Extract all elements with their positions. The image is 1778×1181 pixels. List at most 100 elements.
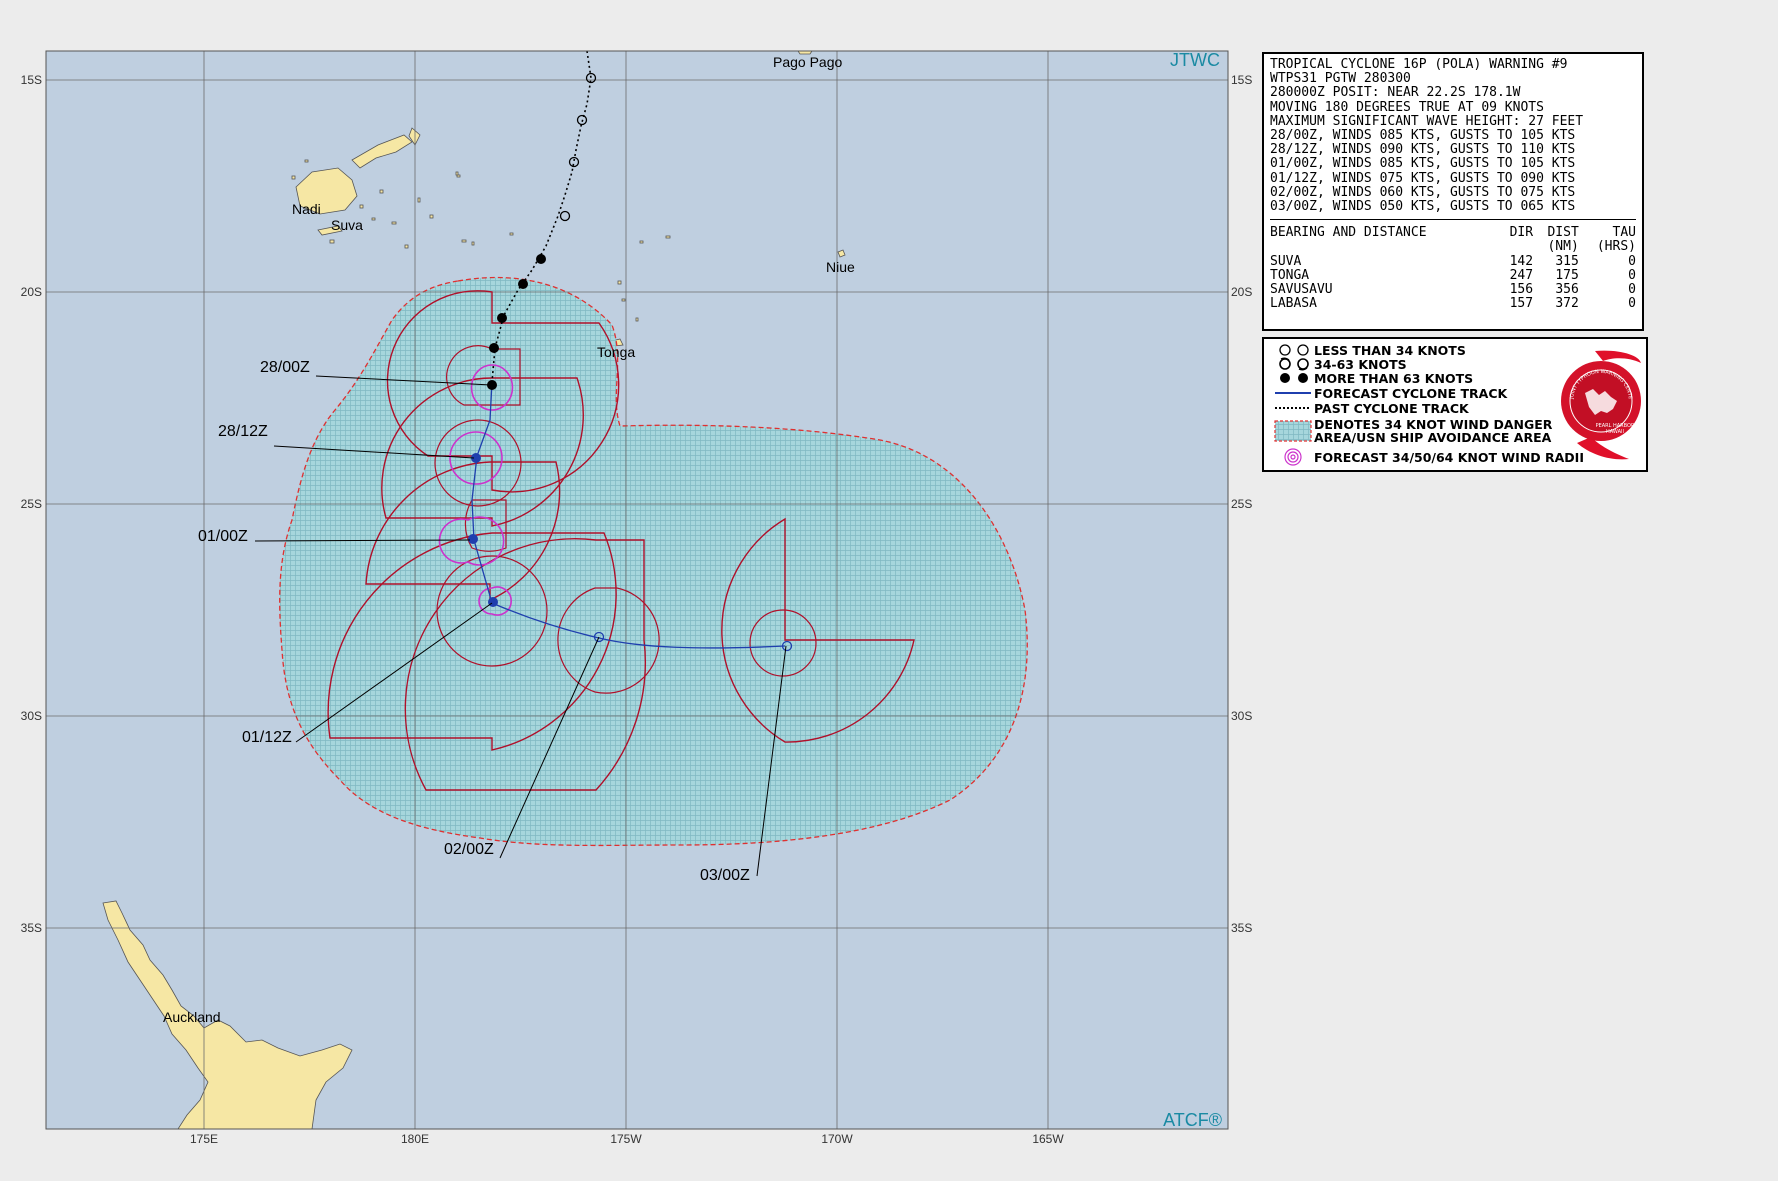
warning-title: TROPICAL CYCLONE 16P (POLA) WARNING #9 <box>1270 57 1568 72</box>
forecast-wind-line: 02/00Z, WINDS 060 KTS, GUSTS TO 075 KTS <box>1270 184 1576 200</box>
station-name: SUVA <box>1270 253 1302 269</box>
legend-item: MORE THAN 63 KNOTS <box>1272 371 1473 385</box>
lon-label-175e: 175E <box>190 1132 218 1146</box>
station-tau: 0 <box>1628 282 1636 298</box>
place-label-suva: Suva <box>331 217 363 233</box>
typhoon-icon <box>536 254 546 264</box>
station-name: SAVUSAVU <box>1270 282 1333 298</box>
time-label-28-00z: 28/00Z <box>260 359 310 376</box>
lat-label-35s-right: 35S <box>1231 921 1252 935</box>
time-label-28-12z: 28/12Z <box>218 423 268 440</box>
bearing-units-row: (NM) (HRS) <box>1270 240 1636 254</box>
lat-label-25s-left: 25S <box>21 497 42 511</box>
lat-label-30s-right: 30S <box>1231 709 1252 723</box>
units-cell <box>1499 240 1533 254</box>
units-cell <box>1270 240 1499 254</box>
dir-header: DIR <box>1509 225 1534 241</box>
station-tau: 0 <box>1628 267 1636 283</box>
place-label-auckland: Auckland <box>163 1009 221 1025</box>
bearing-header-row: BEARING AND DISTANCE DIR DIST TAU <box>1270 226 1636 240</box>
legend-label: FORECAST CYCLONE TRACK <box>1314 385 1508 401</box>
bearing-header: BEARING AND DISTANCE <box>1270 225 1427 241</box>
forecast-wind-line: 01/12Z, WINDS 075 KTS, GUSTS TO 090 KTS <box>1270 170 1576 186</box>
units-cell: (NM) <box>1547 239 1579 255</box>
station-dir: 156 <box>1509 282 1534 298</box>
lat-label-15s-left: 15S <box>21 73 42 87</box>
forecast-typhoon-icon <box>468 534 478 544</box>
station-dir: 247 <box>1509 267 1534 283</box>
typhoon-icon <box>518 279 528 289</box>
legend-item: PAST CYCLONE TRACK <box>1272 401 1469 415</box>
station-tau: 0 <box>1628 296 1636 312</box>
map-legend: LESS THAN 34 KNOTS 34-63 KNOTS MORE THAN… <box>1262 337 1648 472</box>
forecast-wind-line: 28/00Z, WINDS 085 KTS, GUSTS TO 105 KTS <box>1270 128 1576 144</box>
warning-wave-height: MAXIMUM SIGNIFICANT WAVE HEIGHT: 27 FEET <box>1270 113 1584 129</box>
lat-label-25s-right: 25S <box>1231 497 1252 511</box>
legend-label: FORECAST 34/50/64 KNOT WIND RADII <box>1314 449 1584 465</box>
lat-label-20s-left: 20S <box>21 285 42 299</box>
station-tau: 0 <box>1628 253 1636 269</box>
lat-label-20s-right: 20S <box>1231 285 1252 299</box>
lat-label-15s-right: 15S <box>1231 73 1252 87</box>
forecast-track-line-icon <box>1272 386 1314 400</box>
time-label-01-00z: 01/00Z <box>198 528 248 545</box>
lon-label-170w: 170W <box>821 1132 853 1146</box>
table-row: LABASA 157 372 0 <box>1270 297 1636 311</box>
lon-label-175w: 175W <box>610 1132 642 1146</box>
station-dist: 356 <box>1555 282 1579 298</box>
legend-label: MORE THAN 63 KNOTS <box>1314 370 1474 386</box>
warning-info-box: TROPICAL CYCLONE 16P (POLA) WARNING #9 W… <box>1262 52 1644 331</box>
warning-position: 280000Z POSIT: NEAR 22.2S 178.1W <box>1270 85 1521 101</box>
typhoon-icon <box>497 313 507 323</box>
warning-header: WTPS31 PGTW 280300 <box>1270 71 1411 87</box>
typhoon-icon <box>489 343 499 353</box>
place-label-pago-pago: Pago Pago <box>773 54 842 70</box>
units-cell: (HRS) <box>1596 239 1636 255</box>
legend-label: 34-63 KNOTS <box>1314 356 1407 372</box>
wind-radii-icon <box>1272 448 1314 466</box>
legend-item: FORECAST 34/50/64 KNOT WIND RADII <box>1272 448 1584 466</box>
forecast-wind-line: 28/12Z, WINDS 090 KTS, GUSTS TO 110 KTS <box>1270 142 1576 158</box>
place-label-nadi: Nadi <box>292 201 321 217</box>
jtwc-seal-logo: JOINT TYPHOON WARNING CENTER PEARL HARBO… <box>1557 345 1641 460</box>
place-label-tonga: Tonga <box>597 344 635 360</box>
legend-item: DENOTES 34 KNOT WIND DANGER AREA/USN SHI… <box>1272 417 1552 445</box>
legend-item: FORECAST CYCLONE TRACK <box>1272 386 1507 400</box>
station-dir: 142 <box>1509 253 1534 269</box>
time-label-02-00z: 02/00Z <box>444 841 494 858</box>
station-dist: 315 <box>1555 253 1579 269</box>
lon-label-165w: 165W <box>1032 1132 1064 1146</box>
bearing-distance-table: BEARING AND DISTANCE DIR DIST TAU (NM) (… <box>1270 226 1636 311</box>
table-row: TONGA 247 175 0 <box>1270 267 1636 283</box>
time-label-01-12z: 01/12Z <box>242 729 292 746</box>
weak-storm-icon <box>1272 343 1314 357</box>
station-name: TONGA <box>1270 267 1310 283</box>
forecast-typhoon-icon <box>488 597 498 607</box>
station-dir: 157 <box>1509 296 1534 312</box>
legend-label: PAST CYCLONE TRACK <box>1314 400 1469 416</box>
lat-label-30s-left: 30S <box>21 709 42 723</box>
time-label-03-00z: 03/00Z <box>700 867 750 884</box>
warning-motion: MOVING 180 DEGREES TRUE AT 09 KNOTS <box>1270 99 1544 115</box>
jtwc-label: JTWC <box>1170 50 1220 70</box>
legend-label: DENOTES 34 KNOT WIND DANGER AREA/USN SHI… <box>1314 417 1553 445</box>
table-row: SUVA 142 315 0 <box>1270 253 1636 269</box>
station-dist: 372 <box>1555 296 1579 312</box>
danger-area-swatch-icon <box>1272 417 1314 445</box>
info-divider <box>1270 219 1636 221</box>
atcf-label: ATCF® <box>1163 1110 1222 1130</box>
legend-item: LESS THAN 34 KNOTS <box>1272 343 1466 357</box>
station-dist: 175 <box>1555 267 1579 283</box>
lat-label-35s-left: 35S <box>21 921 42 935</box>
typhoon-icon <box>1272 371 1314 385</box>
tau-header: TAU <box>1612 225 1636 241</box>
past-track-line-icon <box>1272 401 1314 415</box>
svg-text:HAWAII: HAWAII <box>1606 429 1624 435</box>
legend-label: LESS THAN 34 KNOTS <box>1314 342 1466 358</box>
legend-item: 34-63 KNOTS <box>1272 357 1407 371</box>
table-row: SAVUSAVU 156 356 0 <box>1270 282 1636 298</box>
place-label-niue: Niue <box>826 259 855 275</box>
forecast-wind-line: 03/00Z, WINDS 050 KTS, GUSTS TO 065 KTS <box>1270 199 1576 215</box>
dist-header: DIST <box>1547 225 1579 241</box>
station-name: LABASA <box>1270 296 1317 312</box>
